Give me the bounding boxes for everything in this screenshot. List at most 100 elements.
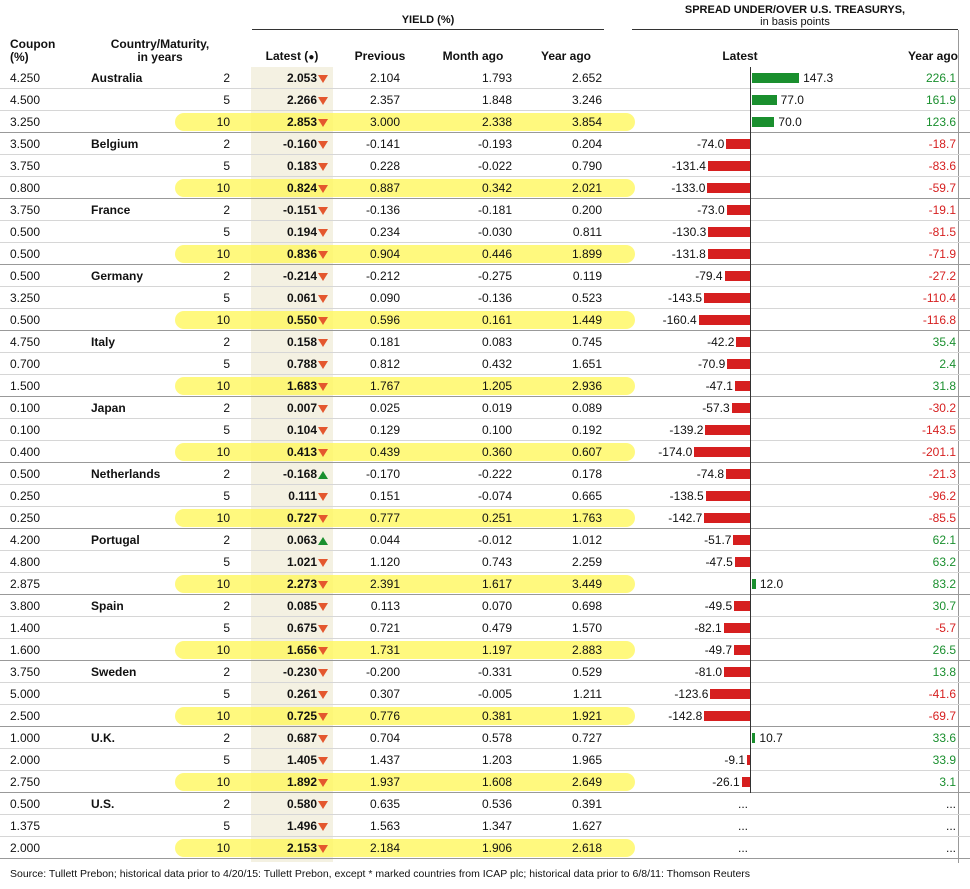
- table-row: 0.100 Japan 2 0.007 0.025 0.019 0.089 -57.3 -30.…: [0, 397, 970, 419]
- down-arrow-icon: [318, 74, 328, 83]
- latest-yield-cell: 1.892: [251, 771, 328, 793]
- spread-latest-label: -131.8: [671, 247, 706, 261]
- year-ago-yield-cell: 2.259: [571, 555, 602, 569]
- coupon-cell: 4.750: [10, 335, 41, 349]
- previous-yield-cell: 1.937: [369, 775, 400, 789]
- coupon-cell: 3.250: [10, 291, 41, 305]
- spread-bar: [752, 117, 775, 127]
- coupon-cell: 0.400: [10, 445, 41, 459]
- down-arrow-icon: [318, 404, 328, 413]
- spread-latest-label: ...: [738, 819, 749, 833]
- coupon-cell: 0.250: [10, 489, 41, 503]
- year-ago-yield-cell: 0.698: [571, 599, 602, 613]
- spread-year-ago-cell: 63.2: [932, 555, 956, 569]
- spread-bar: [752, 733, 756, 743]
- previous-yield-cell: 0.307: [369, 687, 400, 701]
- latest-yield-value: 0.007: [286, 401, 317, 415]
- latest-yield-value: 1.683: [286, 379, 317, 393]
- row-divider: [0, 858, 970, 859]
- latest-yield-cell: -0.168: [251, 463, 328, 485]
- down-arrow-icon: [318, 844, 328, 853]
- down-arrow-icon: [318, 316, 328, 325]
- previous-yield-cell: 1.731: [369, 643, 400, 657]
- latest-yield-value: 1.656: [286, 643, 317, 657]
- table-row: 0.800 10 0.824 0.887 0.342 2.021 -133.0 -59.7: [0, 177, 970, 199]
- year-ago-yield-cell: 2.618: [571, 841, 602, 855]
- down-arrow-icon: [318, 140, 328, 149]
- spread-latest-label: ...: [738, 797, 749, 811]
- year-ago-yield-cell: 0.727: [571, 731, 602, 745]
- previous-header: Previous: [354, 49, 406, 63]
- latest-yield-value: 0.158: [286, 335, 317, 349]
- year-ago-yield-cell: 0.665: [571, 489, 602, 503]
- down-arrow-icon: [318, 228, 328, 237]
- year-ago-yield-cell: 0.523: [571, 291, 602, 305]
- table-row: 3.500 Belgium 2 -0.160 -0.141 -0.193 0.204 -74.…: [0, 133, 970, 155]
- coupon-cell: 3.250: [10, 115, 41, 129]
- spread-year-ago-cell: 30.7: [932, 599, 956, 613]
- year-ago-yield-cell: 1.921: [571, 709, 602, 723]
- spread-bar: [724, 667, 750, 677]
- spread-year-ago-cell: -27.2: [928, 269, 956, 283]
- previous-yield-cell: -0.212: [365, 269, 400, 283]
- table-row: 0.500 Netherlands 2 -0.168 -0.170 -0.222 0.178…: [0, 463, 970, 485]
- table-row: 0.500 Germany 2 -0.214 -0.212 -0.275 0.119 -79.…: [0, 265, 970, 287]
- down-arrow-icon: [318, 756, 328, 765]
- down-arrow-icon: [318, 712, 328, 721]
- coupon-cell: 2.875: [10, 577, 41, 591]
- spread-year-ago-cell: 3.1: [939, 775, 956, 789]
- maturity-cell: 2: [223, 71, 230, 85]
- year-ago-yield-cell: 0.192: [571, 423, 602, 437]
- spread-title-rule: [632, 29, 958, 30]
- spread-year-ago-cell: -81.5: [928, 225, 956, 239]
- spread-latest-label: 12.0: [759, 577, 784, 591]
- year-ago-yield-cell: 0.811: [572, 225, 602, 239]
- previous-yield-cell: -0.136: [365, 203, 400, 217]
- coupon-cell: 2.750: [10, 775, 41, 789]
- spread-year-ago-cell: -110.4: [922, 291, 956, 305]
- spread-latest-label: -142.8: [668, 709, 703, 723]
- previous-yield-cell: 0.704: [369, 731, 400, 745]
- coupon-cell: 1.600: [10, 643, 41, 657]
- month-ago-yield-cell: 0.432: [481, 357, 512, 371]
- coupon-cell: 2.500: [10, 709, 41, 723]
- down-arrow-icon: [318, 778, 328, 787]
- latest-yield-cell: 1.683: [251, 375, 328, 397]
- maturity-cell: 2: [223, 401, 230, 415]
- table-row: 4.750 Italy 2 0.158 0.181 0.083 0.745 -42.2 35.4: [0, 331, 970, 353]
- previous-yield-cell: 1.767: [369, 379, 400, 393]
- month-ago-yield-cell: 1.347: [481, 819, 512, 833]
- maturity-cell: 2: [223, 269, 230, 283]
- previous-yield-cell: 2.184: [369, 841, 400, 855]
- latest-yield-value: 2.153: [286, 841, 317, 855]
- table-row: 4.800 5 1.021 1.120 0.743 2.259 -47.5 63.2: [0, 551, 970, 573]
- previous-yield-cell: 0.234: [369, 225, 400, 239]
- month-ago-yield-cell: 1.203: [481, 753, 512, 767]
- coupon-cell: 0.100: [10, 423, 41, 437]
- country-cell: Germany: [91, 269, 144, 283]
- latest-yield-cell: 2.053: [251, 67, 328, 89]
- spread-bar: [726, 139, 750, 149]
- spread-latest-label: -73.0: [697, 203, 725, 217]
- coupon-cell: 0.700: [10, 357, 41, 371]
- spread-latest-label: -26.1: [712, 775, 740, 789]
- maturity-cell: 2: [223, 797, 230, 811]
- country-cell: Italy: [91, 335, 116, 349]
- latest-yield-value: 0.550: [286, 313, 317, 327]
- latest-yield-cell: 0.061: [251, 287, 328, 309]
- spread-bar: [726, 205, 750, 215]
- maturity-cell: 10: [216, 313, 230, 327]
- maturity-cell: 10: [216, 709, 230, 723]
- latest-header-close: ): [314, 49, 319, 63]
- year-ago-header: Year ago: [540, 49, 592, 63]
- spread-bar: [704, 513, 750, 523]
- year-ago-yield-cell: 1.627: [571, 819, 602, 833]
- year-ago-yield-cell: 1.763: [571, 511, 602, 525]
- spread-bar: [726, 469, 750, 479]
- up-arrow-icon: [318, 470, 328, 479]
- previous-yield-cell: 0.113: [370, 599, 400, 613]
- year-ago-yield-cell: 3.449: [571, 577, 602, 591]
- year-ago-yield-cell: 1.449: [571, 313, 602, 327]
- coupon-cell: 0.500: [10, 467, 41, 481]
- down-arrow-icon: [318, 624, 328, 633]
